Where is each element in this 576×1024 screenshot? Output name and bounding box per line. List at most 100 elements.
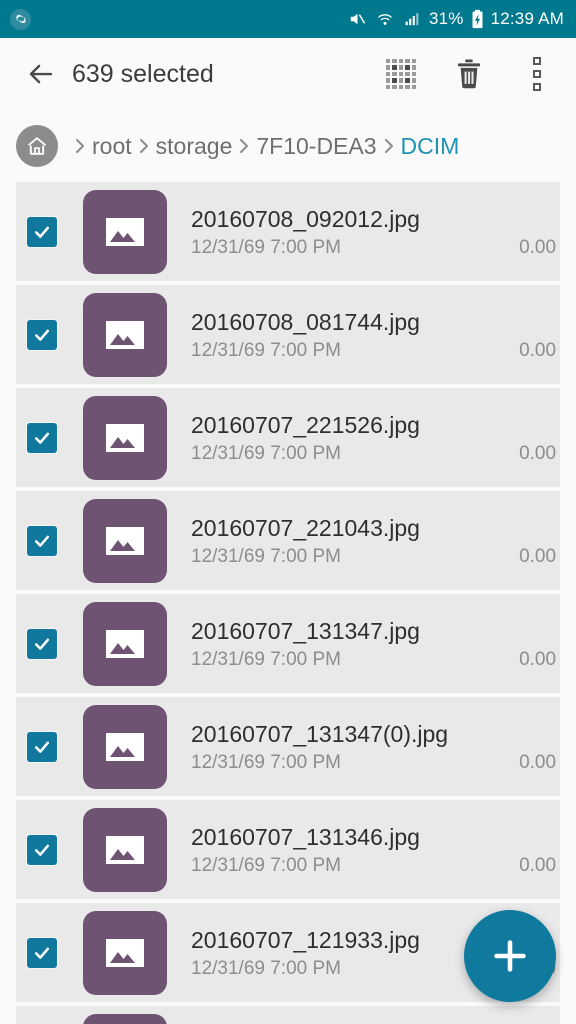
check-icon (34, 741, 50, 753)
sync-circle-icon (10, 8, 31, 30)
row-checkbox[interactable] (27, 422, 57, 453)
file-meta: 20160707_221526.jpg 12/31/69 7:00 PM 0.0… (191, 410, 560, 465)
file-name: 20160707_221043.jpg (191, 515, 420, 541)
file-thumbnail (83, 292, 167, 377)
back-button[interactable] (18, 51, 64, 97)
row-checkbox[interactable] (27, 731, 57, 762)
row-checkbox[interactable] (27, 525, 57, 556)
file-name: 20160708_092012.jpg (191, 206, 420, 232)
table-row[interactable]: 20160707_131347.jpg 12/31/69 7:00 PM 0.0… (16, 594, 560, 693)
image-placeholder-icon (106, 217, 144, 246)
more-vertical-icon (533, 57, 541, 91)
file-size: 0.00 B (519, 546, 560, 567)
check-icon (34, 226, 50, 238)
image-placeholder-icon (106, 938, 144, 967)
file-date: 12/31/69 7:00 PM (191, 649, 341, 670)
table-row[interactable]: 20160707_221043.jpg 12/31/69 7:00 PM 0.0… (16, 491, 560, 590)
overflow-menu-button[interactable] (516, 51, 558, 97)
action-bar: 639 selected (0, 38, 576, 110)
add-button[interactable] (464, 910, 556, 1002)
file-date: 12/31/69 7:00 PM (191, 340, 341, 361)
file-subline: 12/31/69 7:00 PM 0.00 B (191, 752, 560, 774)
row-checkbox[interactable] (27, 834, 57, 865)
image-placeholder-icon (106, 732, 144, 761)
file-thumbnail (83, 910, 167, 995)
battery-percent-label: 31% (428, 9, 464, 28)
image-placeholder-icon (106, 526, 144, 555)
table-row[interactable]: 20160708_092012.jpg 12/31/69 7:00 PM 0.0… (16, 182, 560, 281)
clock-label: 12:39 AM (490, 9, 564, 28)
file-thumbnail (83, 807, 167, 892)
file-date: 12/31/69 7:00 PM (191, 958, 341, 979)
file-name: 20160707_131347(0).jpg (191, 721, 449, 747)
table-row[interactable]: 20160707_221526.jpg 12/31/69 7:00 PM 0.0… (16, 388, 560, 487)
file-size: 0.00 B (519, 340, 560, 361)
table-row[interactable]: 20160707_131346.jpg 12/31/69 7:00 PM 0.0… (16, 800, 560, 899)
file-subline: 12/31/69 7:00 PM 0.00 B (191, 443, 560, 465)
file-size: 0.00 B (519, 237, 560, 258)
file-meta: 20160707_131347(0).jpg 12/31/69 7:00 PM … (191, 719, 560, 774)
breadcrumb-items: root storage 7F10-DEA3 DCIM (68, 133, 459, 160)
row-checkbox[interactable] (27, 628, 57, 659)
file-subline: 12/31/69 7:00 PM 0.00 B (191, 855, 560, 877)
check-icon (34, 535, 50, 547)
chevron-right-icon (237, 136, 251, 156)
select-all-grid-icon (386, 59, 416, 89)
breadcrumb-item-sdcard[interactable]: 7F10-DEA3 (256, 133, 376, 160)
row-checkbox[interactable] (27, 216, 57, 247)
file-name: 20160707_221526.jpg (191, 412, 420, 438)
file-date: 12/31/69 7:00 PM (191, 752, 341, 773)
chevron-right-icon (137, 136, 151, 156)
file-name: 20160708_081744.jpg (191, 309, 420, 335)
file-size: 0.00 B (519, 443, 560, 464)
file-name: 20160707_131347.jpg (191, 618, 420, 644)
image-placeholder-icon (106, 629, 144, 658)
breadcrumb: root storage 7F10-DEA3 DCIM (0, 110, 576, 182)
check-icon (34, 947, 50, 959)
file-date: 12/31/69 7:00 PM (191, 443, 341, 464)
file-size: 0.00 B (519, 649, 560, 670)
breadcrumb-item-storage[interactable]: storage (156, 133, 233, 160)
check-icon (34, 638, 50, 650)
chevron-right-icon (73, 136, 87, 156)
file-thumbnail (83, 189, 167, 274)
table-row[interactable] (16, 1006, 560, 1024)
chevron-right-icon (382, 136, 396, 156)
breadcrumb-item-dcim[interactable]: DCIM (401, 133, 460, 160)
cell-signal-icon (402, 11, 422, 28)
select-all-button[interactable] (380, 51, 422, 97)
file-date: 12/31/69 7:00 PM (191, 546, 341, 567)
home-button[interactable] (16, 125, 58, 167)
table-row[interactable]: 20160708_081744.jpg 12/31/69 7:00 PM 0.0… (16, 285, 560, 384)
status-bar-left (10, 8, 31, 30)
status-bar-right: 31% 12:39 AM (347, 9, 564, 29)
file-thumbnail (83, 395, 167, 480)
breadcrumb-item-root[interactable]: root (92, 133, 132, 160)
file-subline: 12/31/69 7:00 PM 0.00 B (191, 546, 560, 568)
wifi-icon (375, 11, 395, 28)
file-subline: 12/31/69 7:00 PM 0.00 B (191, 340, 560, 362)
file-meta: 20160708_092012.jpg 12/31/69 7:00 PM 0.0… (191, 204, 560, 259)
home-icon (27, 137, 47, 155)
file-manager-screen: 31% 12:39 AM 639 selected root storage 7… (0, 0, 576, 1024)
plus-icon (494, 940, 526, 972)
file-subline: 12/31/69 7:00 PM 0.00 B (191, 649, 560, 671)
delete-button[interactable] (448, 51, 490, 97)
trash-icon (457, 59, 481, 89)
row-checkbox[interactable] (27, 937, 57, 968)
file-size: 0.00 B (519, 752, 560, 773)
image-placeholder-icon (106, 320, 144, 349)
row-checkbox[interactable] (27, 319, 57, 350)
volume-mute-icon (347, 10, 368, 28)
table-row[interactable]: 20160707_131347(0).jpg 12/31/69 7:00 PM … (16, 697, 560, 796)
check-icon (34, 432, 50, 444)
battery-charging-icon (471, 9, 484, 29)
file-thumbnail (83, 601, 167, 686)
arrow-back-icon (29, 64, 53, 84)
file-date: 12/31/69 7:00 PM (191, 237, 341, 258)
file-size: 0.00 B (519, 855, 560, 876)
file-meta: 20160707_131347.jpg 12/31/69 7:00 PM 0.0… (191, 616, 560, 671)
file-list[interactable]: 20160708_092012.jpg 12/31/69 7:00 PM 0.0… (16, 182, 560, 1024)
status-bar: 31% 12:39 AM (0, 0, 576, 38)
file-date: 12/31/69 7:00 PM (191, 855, 341, 876)
